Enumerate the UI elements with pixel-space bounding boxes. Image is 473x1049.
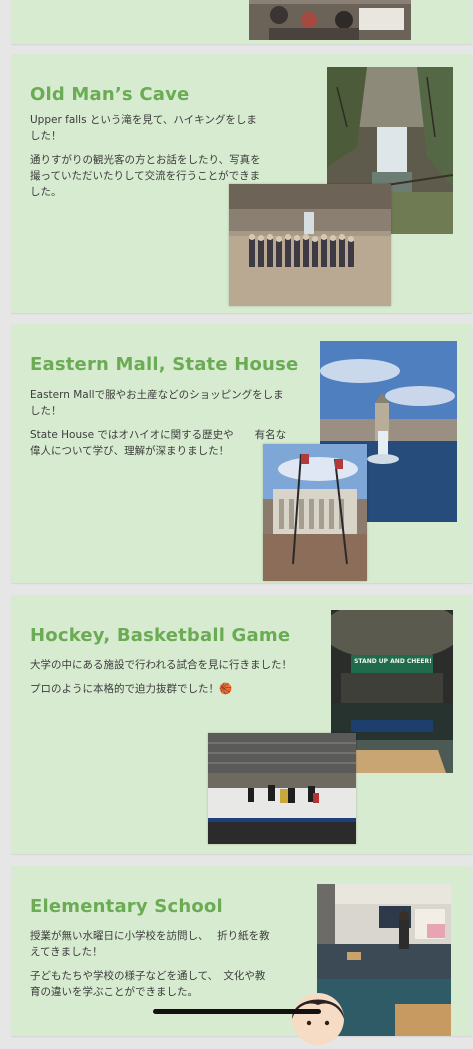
section-paragraph: State House ではオハイオに関する歴史や 有名な偉人について学び、理解… [30, 429, 287, 457]
classroom-photo [249, 0, 411, 40]
hockey-rink-photo [208, 733, 356, 844]
avatar [287, 983, 349, 1045]
previous-section-card [11, 0, 472, 44]
section-title: Old Man’s Cave [30, 84, 190, 105]
group-photo [229, 184, 391, 306]
section-title: Elementary School [30, 896, 223, 917]
arena-banner-text: STAND UP AND CHEER! [354, 658, 432, 665]
state-house-photo [263, 444, 367, 581]
section-paragraph: 子どもたちや学校の様子などを通して、 文化や教育の違いを学ぶことができました。 [30, 970, 266, 998]
section-paragraph: Eastern Mallで服やお土産などのショッピングをしました！ [30, 389, 284, 417]
home-indicator[interactable] [153, 1009, 321, 1014]
section-card-hockey-basketball: Hockey, Basketball Game 大学の中にある施設で行われる試合… [11, 595, 472, 854]
section-paragraph: プロのように本格的で迫力抜群でした！🏀 [30, 683, 233, 695]
section-card-eastern-mall-state-house: Eastern Mall, State House Eastern Mallで服… [11, 324, 472, 583]
section-paragraph: Upper falls という滝を見て、ハイキングをしました！ [30, 114, 257, 142]
section-paragraph: 授業が無い水曜日に小学校を訪問し、 折り紙を教えてきました！ [30, 930, 270, 958]
section-card-old-mans-cave: Old Man’s Cave Upper falls という滝を見て、ハイキング… [11, 54, 472, 313]
section-paragraph: 大学の中にある施設で行われる試合を見に行きました！ [30, 659, 292, 671]
section-title: Hockey, Basketball Game [30, 625, 291, 646]
section-title: Eastern Mall, State House [30, 354, 299, 375]
